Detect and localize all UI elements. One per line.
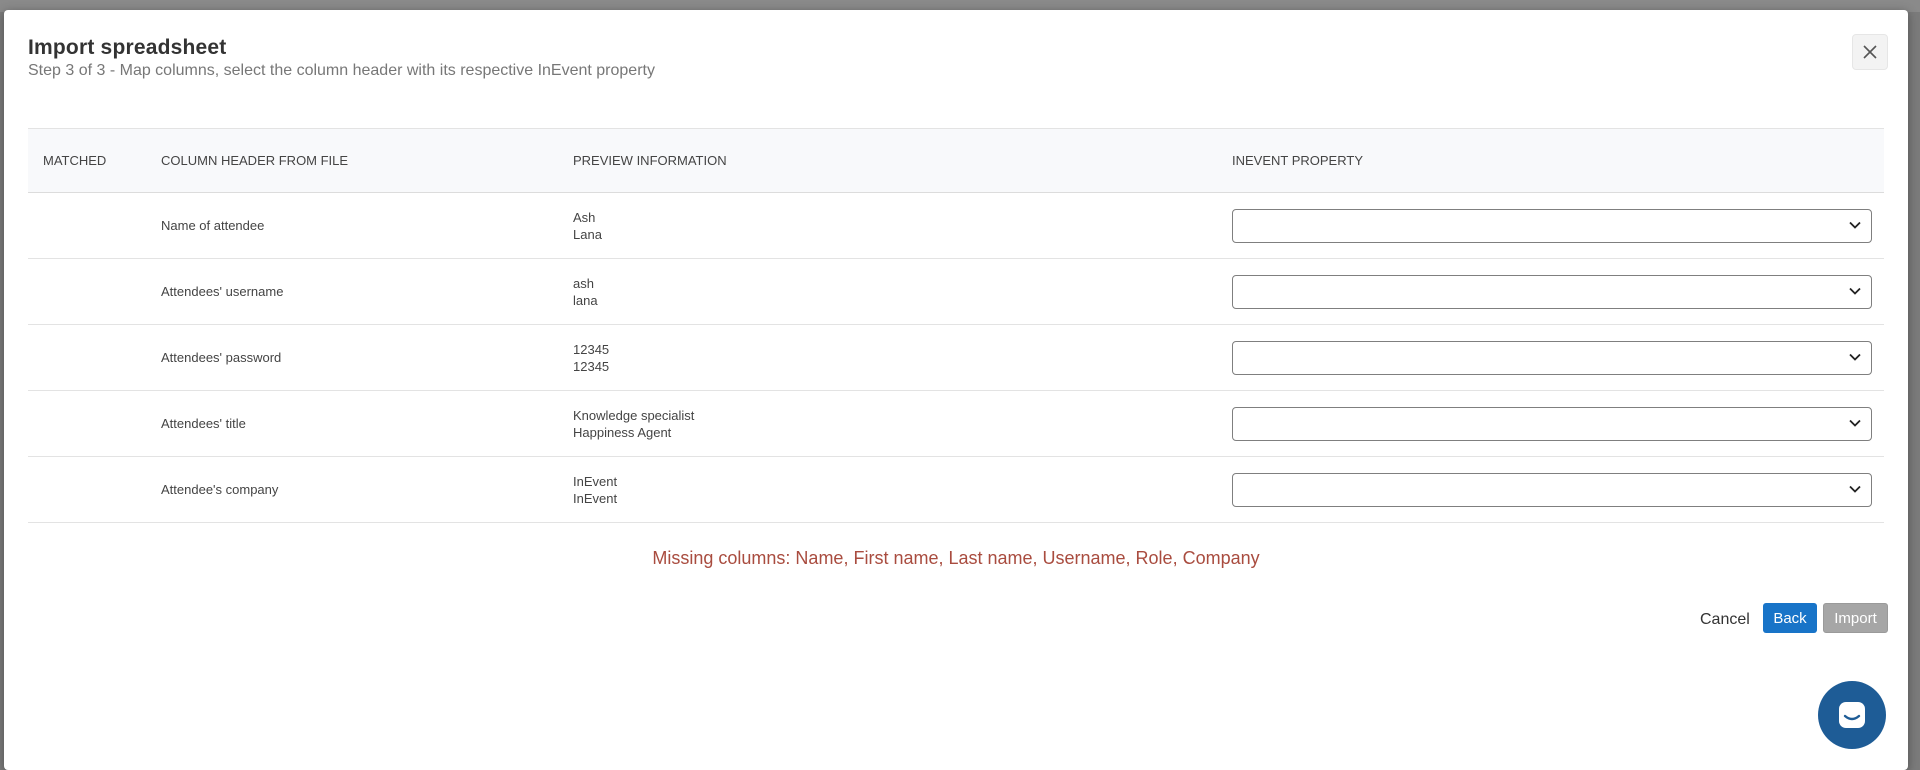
table-row: Attendees' password 12345 12345 [28, 325, 1884, 391]
property-select[interactable] [1232, 274, 1872, 309]
missing-columns-message: Missing columns: Name, First name, Last … [652, 548, 1260, 568]
cancel-button[interactable]: Cancel [1700, 611, 1750, 629]
preview-line: Lana [573, 226, 602, 242]
import-modal: Import spreadsheet Step 3 of 3 - Map col… [4, 10, 1908, 770]
mapping-table-container: MATCHED COLUMN HEADER FROM FILE PREVIEW … [28, 128, 1884, 523]
preview-cell: InEvent InEvent [558, 457, 1217, 523]
table-row: Attendees' username ash lana [28, 259, 1884, 325]
chevron-down-icon [1849, 485, 1861, 493]
property-cell [1217, 259, 1884, 325]
header-column-from-file: COLUMN HEADER FROM FILE [161, 153, 349, 168]
close-icon [1863, 45, 1877, 59]
property-cell [1217, 325, 1884, 391]
preview-cell: Ash Lana [558, 193, 1217, 259]
close-button[interactable] [1852, 34, 1888, 70]
property-select[interactable] [1232, 340, 1872, 375]
modal-title: Import spreadsheet [28, 36, 227, 59]
table-row: Attendee's company InEvent InEvent [28, 457, 1884, 523]
table-row: Attendees' title Knowledge specialist Ha… [28, 391, 1884, 457]
import-button[interactable]: Import [1823, 603, 1888, 633]
preview-line: InEvent [573, 490, 618, 506]
header-inevent-property: INEVENT PROPERTY [1232, 153, 1363, 168]
property-cell [1217, 457, 1884, 523]
preview-cell: ash lana [558, 259, 1217, 325]
column-header-cell: Attendees' password [161, 350, 282, 365]
column-header-cell: Attendees' username [161, 284, 284, 299]
chat-icon [1839, 702, 1865, 728]
preview-cell: 12345 12345 [558, 325, 1217, 391]
preview-line: 12345 [573, 358, 610, 374]
matched-cell [28, 457, 146, 523]
preview-line: ash [573, 275, 594, 291]
column-header-cell: Attendees' title [161, 416, 246, 431]
preview-line: Happiness Agent [573, 424, 672, 440]
column-header-cell: Name of attendee [161, 218, 265, 233]
preview-line: 12345 [573, 341, 610, 357]
property-select[interactable] [1232, 472, 1872, 507]
header-matched: MATCHED [43, 153, 107, 168]
chevron-down-icon [1849, 419, 1861, 427]
property-cell [1217, 193, 1884, 259]
matched-cell [28, 325, 146, 391]
preview-line: lana [573, 292, 598, 308]
mapping-table: MATCHED COLUMN HEADER FROM FILE PREVIEW … [28, 128, 1884, 523]
preview-line: Knowledge specialist [573, 407, 695, 423]
table-header-row: MATCHED COLUMN HEADER FROM FILE PREVIEW … [28, 128, 1884, 193]
header-preview-information: PREVIEW INFORMATION [573, 153, 727, 168]
chevron-down-icon [1849, 221, 1861, 229]
table-row: Name of attendee Ash Lana [28, 193, 1884, 259]
matched-cell [28, 259, 146, 325]
property-select[interactable] [1232, 406, 1872, 441]
chevron-down-icon [1849, 353, 1861, 361]
modal-subtitle: Step 3 of 3 - Map columns, select the co… [28, 62, 655, 79]
matched-cell [28, 391, 146, 457]
preview-line: Ash [573, 209, 596, 225]
matched-cell [28, 193, 146, 259]
chat-launcher-button[interactable] [1818, 681, 1886, 749]
column-header-cell: Attendee's company [161, 482, 279, 497]
preview-line: InEvent [573, 473, 618, 489]
preview-cell: Knowledge specialist Happiness Agent [558, 391, 1217, 457]
back-button[interactable]: Back [1763, 603, 1817, 633]
property-cell [1217, 391, 1884, 457]
property-select[interactable] [1232, 208, 1872, 243]
chevron-down-icon [1849, 287, 1861, 295]
